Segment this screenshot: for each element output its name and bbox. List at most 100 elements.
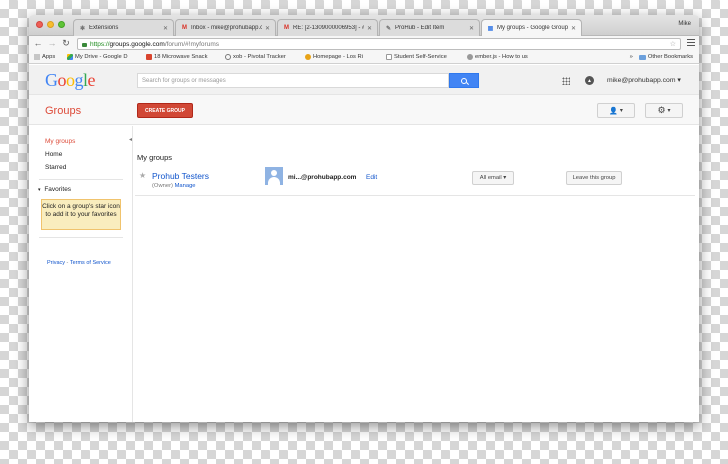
tab-extensions[interactable]: ✱ Extensions ✕ bbox=[73, 19, 174, 36]
logo-letter: o bbox=[66, 70, 75, 90]
bookmarks-overflow[interactable]: » bbox=[630, 54, 633, 60]
google-logo[interactable]: Google bbox=[45, 70, 95, 91]
tab-close-icon[interactable]: ✕ bbox=[163, 25, 168, 32]
manage-link[interactable]: Manage bbox=[175, 183, 196, 189]
search-button[interactable] bbox=[449, 73, 479, 88]
bookmark-apps[interactable]: Apps bbox=[34, 54, 55, 60]
favorites-hint: Click on a group's star icon to add it t… bbox=[41, 199, 121, 230]
google-header: Google Search for groups or messages ▲ m… bbox=[29, 65, 699, 95]
people-menu-button[interactable]: 👤 ▾ bbox=[597, 103, 635, 118]
logo-letter: o bbox=[57, 70, 67, 90]
group-row: ★ Prohub Testers (Owner) Manage mi...@pr… bbox=[135, 163, 695, 196]
groups-bar: Groups CREATE GROUP 👤 ▾ ⚙ ▾ bbox=[29, 95, 699, 125]
minimize-window-button[interactable] bbox=[47, 21, 54, 28]
tab-title: Inbox - mike@prohubapp.c bbox=[191, 25, 262, 31]
collapse-sidebar-icon[interactable]: ◂ bbox=[129, 136, 132, 143]
bookmark-my-drive[interactable]: My Drive - Google D bbox=[67, 54, 142, 60]
search-input[interactable]: Search for groups or messages bbox=[137, 73, 449, 88]
bookmark-student[interactable]: Student Self-Service bbox=[386, 54, 464, 60]
address-bar[interactable]: https://groups.google.com/forum/#!myforu… bbox=[77, 38, 681, 50]
bookmark-label: Homepage - Los Ri bbox=[313, 54, 363, 60]
groups-icon: ▦ bbox=[487, 25, 494, 32]
triangle-down-icon: ▾ bbox=[38, 187, 41, 193]
bookmark-ember[interactable]: ember.js - How to us bbox=[467, 54, 539, 60]
notifications-icon[interactable]: ▲ bbox=[585, 76, 594, 85]
email-delivery-select[interactable]: All email ▾ bbox=[472, 171, 514, 185]
drive-icon bbox=[67, 54, 73, 60]
pivotal-icon bbox=[225, 54, 231, 60]
groups-title[interactable]: Groups bbox=[45, 105, 81, 117]
sidebar-item-home[interactable]: Home bbox=[45, 151, 62, 158]
url-path: /forum/#!myforums bbox=[164, 40, 219, 48]
homepage-icon bbox=[305, 54, 311, 60]
browser-menu-icon[interactable] bbox=[687, 39, 695, 46]
gmail-icon: M bbox=[284, 25, 289, 31]
member-email: mi...@prohubapp.com bbox=[288, 174, 357, 181]
tab-re-ticket[interactable]: M RE: [2-1309000006953] - # ✕ bbox=[277, 19, 378, 36]
profile-name[interactable]: Mike bbox=[678, 21, 691, 27]
gmail-icon: M bbox=[182, 25, 187, 31]
leave-group-button[interactable]: Leave this group bbox=[566, 171, 622, 185]
back-arrow-icon[interactable]: ← bbox=[33, 38, 43, 48]
terms-link[interactable]: Terms of Service bbox=[70, 260, 111, 266]
apps-icon bbox=[34, 54, 40, 60]
privacy-link[interactable]: Privacy bbox=[47, 260, 65, 266]
tab-prohub-edit[interactable]: ✎ ProHub - Edit Item ✕ bbox=[379, 19, 480, 36]
close-window-button[interactable] bbox=[36, 21, 43, 28]
avatar-head bbox=[271, 170, 277, 176]
tab-close-icon[interactable]: ✕ bbox=[469, 25, 474, 32]
tab-close-icon[interactable]: ✕ bbox=[367, 25, 372, 32]
avatar bbox=[265, 167, 283, 185]
other-bookmarks[interactable]: » Other Bookmarks bbox=[630, 54, 693, 60]
other-bookmarks-label: Other Bookmarks bbox=[647, 54, 693, 60]
browser-toolbar: ← → ↻ https://groups.google.com/forum/#!… bbox=[29, 36, 699, 52]
maximize-window-button[interactable] bbox=[58, 21, 65, 28]
lock-icon bbox=[82, 43, 87, 47]
bookmark-microwave[interactable]: 18 Microwave Snack bbox=[146, 54, 220, 60]
tab-title: ProHub - Edit Item bbox=[395, 25, 445, 31]
group-name-link[interactable]: Prohub Testers bbox=[152, 171, 209, 181]
sidebar-item-my-groups[interactable]: My groups bbox=[45, 138, 75, 145]
favorites-toggle[interactable]: ▾ Favorites bbox=[38, 186, 71, 193]
gear-icon: ⚙ bbox=[657, 105, 666, 115]
search-icon bbox=[461, 77, 467, 84]
logo-letter: g bbox=[74, 70, 84, 90]
reload-icon[interactable]: ↻ bbox=[61, 38, 71, 49]
tab-close-icon[interactable]: ✕ bbox=[571, 25, 576, 32]
url-host: groups.google.com bbox=[109, 40, 165, 48]
tab-title: My groups - Google Group bbox=[497, 25, 568, 31]
sidebar-item-starred[interactable]: Starred bbox=[45, 164, 66, 171]
logo-letter: e bbox=[87, 70, 96, 90]
tab-title: Extensions bbox=[89, 25, 119, 31]
settings-menu-button[interactable]: ⚙ ▾ bbox=[645, 103, 683, 118]
account-menu[interactable]: mike@prohubapp.com ▾ bbox=[607, 76, 681, 84]
star-icon[interactable]: ★ bbox=[139, 171, 146, 180]
avatar-body bbox=[268, 177, 280, 185]
settings-menu-caret: ▾ bbox=[667, 108, 671, 114]
sidebar-divider bbox=[39, 179, 123, 180]
ember-icon bbox=[467, 54, 473, 60]
bookmark-homepage[interactable]: Homepage - Los Ri bbox=[305, 54, 377, 60]
tab-close-icon[interactable]: ✕ bbox=[265, 25, 270, 32]
apps-grid-icon[interactable] bbox=[562, 77, 570, 85]
group-role: (Owner) Manage bbox=[152, 183, 196, 189]
edit-link[interactable]: Edit bbox=[366, 174, 377, 181]
bookmark-label: xob - Pivotal Tracker bbox=[233, 54, 286, 60]
folder-icon bbox=[638, 54, 646, 60]
puzzle-icon: ✱ bbox=[79, 25, 86, 32]
logo-letter: G bbox=[45, 70, 58, 90]
bookmark-label: Apps bbox=[42, 54, 56, 60]
bookmarks-bar: Apps My Drive - Google D 18 Microwave Sn… bbox=[29, 52, 699, 64]
create-group-button[interactable]: CREATE GROUP bbox=[137, 103, 193, 118]
tab-my-groups[interactable]: ▦ My groups - Google Group ✕ bbox=[481, 19, 582, 36]
sidebar-divider bbox=[39, 237, 123, 238]
bookmark-pivotal[interactable]: xob - Pivotal Tracker bbox=[225, 54, 301, 60]
search-placeholder: Search for groups or messages bbox=[142, 77, 226, 84]
page-icon bbox=[386, 54, 392, 60]
tab-inbox[interactable]: M Inbox - mike@prohubapp.c ✕ bbox=[175, 19, 276, 36]
bookmark-star-icon[interactable]: ☆ bbox=[670, 40, 676, 48]
bookmark-label: ember.js - How to us bbox=[475, 54, 528, 60]
bookmark-label: 18 Microwave Snack bbox=[154, 54, 208, 60]
page-title: My groups bbox=[137, 153, 173, 162]
forward-arrow-icon[interactable]: → bbox=[47, 38, 57, 48]
